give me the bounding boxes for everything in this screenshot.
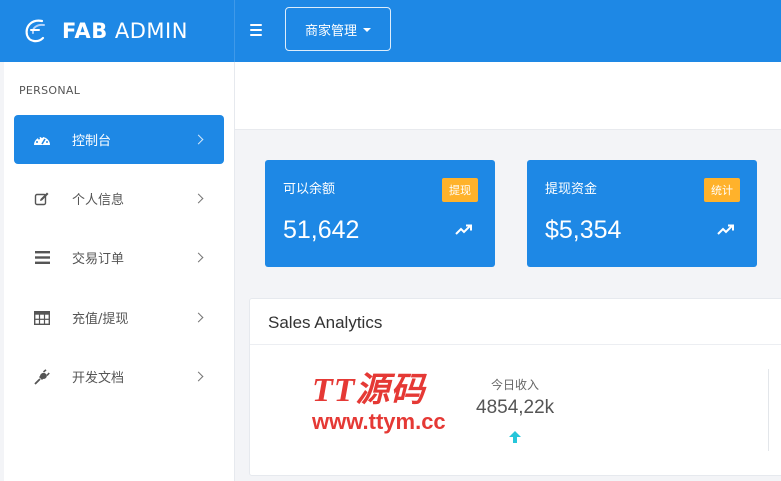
stat-card-balance: 可以余额 提现 51,642 — [265, 160, 495, 267]
chevron-right-icon — [193, 312, 204, 323]
brand-logo-icon — [25, 19, 45, 43]
stat-value: 51,642 — [283, 216, 360, 244]
sidebar-item-dashboard[interactable]: 控制台 — [14, 115, 224, 164]
sidebar-item-label: 开发文档 — [72, 371, 125, 386]
stat-title: 提现资金 — [545, 182, 598, 197]
caret-down-icon — [363, 27, 371, 32]
card-title: Sales Analytics — [268, 313, 383, 332]
sidebar: PERSONAL 控制台 个人信息 交易订单 充值/提现 开发文档 — [4, 62, 235, 481]
chevron-right-icon — [193, 134, 204, 145]
divider — [250, 344, 781, 345]
sidebar-item-label: 充值/提现 — [72, 312, 129, 327]
chevron-right-icon — [193, 252, 204, 263]
stat-card-withdrawal: 提现资金 统计 $5,354 — [527, 160, 757, 267]
sales-analytics-card: Sales Analytics TT源码 www.ttym.cc 今日收入 48… — [249, 298, 781, 476]
sidebar-item-label: 交易订单 — [72, 252, 125, 267]
list-icon — [32, 248, 52, 268]
sidebar-item-profile[interactable]: 个人信息 — [14, 174, 224, 223]
plug-icon — [32, 367, 52, 387]
dashboard-icon — [32, 130, 52, 150]
merchant-dropdown[interactable]: 商家管理 — [285, 7, 391, 51]
sidebar-item-recharge[interactable]: 充值/提现 — [14, 293, 224, 342]
stat-value: $5,354 — [545, 216, 622, 244]
divider — [768, 369, 769, 451]
sidebar-section-title: PERSONAL — [19, 84, 81, 97]
withdraw-badge-button[interactable]: 提现 — [442, 178, 478, 202]
page-header — [235, 62, 781, 130]
stat-title: 可以余额 — [283, 182, 336, 197]
merchant-dropdown-label: 商家管理 — [304, 23, 357, 39]
sidebar-item-label: 控制台 — [72, 134, 112, 149]
watermark-url: www.ttym.cc — [312, 409, 446, 434]
brand[interactable]: FAB ADMIN — [0, 0, 235, 62]
brand-name-light: ADMIN — [114, 19, 188, 43]
arrow-up-icon — [509, 431, 521, 443]
chevron-right-icon — [193, 193, 204, 204]
sidebar-item-orders[interactable]: 交易订单 — [14, 233, 224, 282]
brand-name-bold: FAB — [62, 19, 108, 43]
hamburger-icon[interactable] — [250, 20, 268, 40]
sidebar-item-docs[interactable]: 开发文档 — [14, 352, 224, 401]
edit-icon — [32, 189, 52, 209]
statistics-badge-button[interactable]: 统计 — [704, 178, 740, 202]
trend-up-icon — [455, 224, 472, 235]
brand-name: FAB ADMIN — [62, 19, 188, 43]
trend-up-icon — [717, 224, 734, 235]
sidebar-item-label: 个人信息 — [72, 193, 125, 208]
today-income-value: 4854,22k — [476, 397, 555, 418]
table-icon — [32, 308, 52, 328]
watermark-logo-text: TT源码 — [312, 372, 426, 409]
today-income-label: 今日收入 — [491, 378, 540, 392]
chevron-right-icon — [193, 371, 204, 382]
watermark: TT源码 www.ttym.cc — [312, 373, 446, 435]
